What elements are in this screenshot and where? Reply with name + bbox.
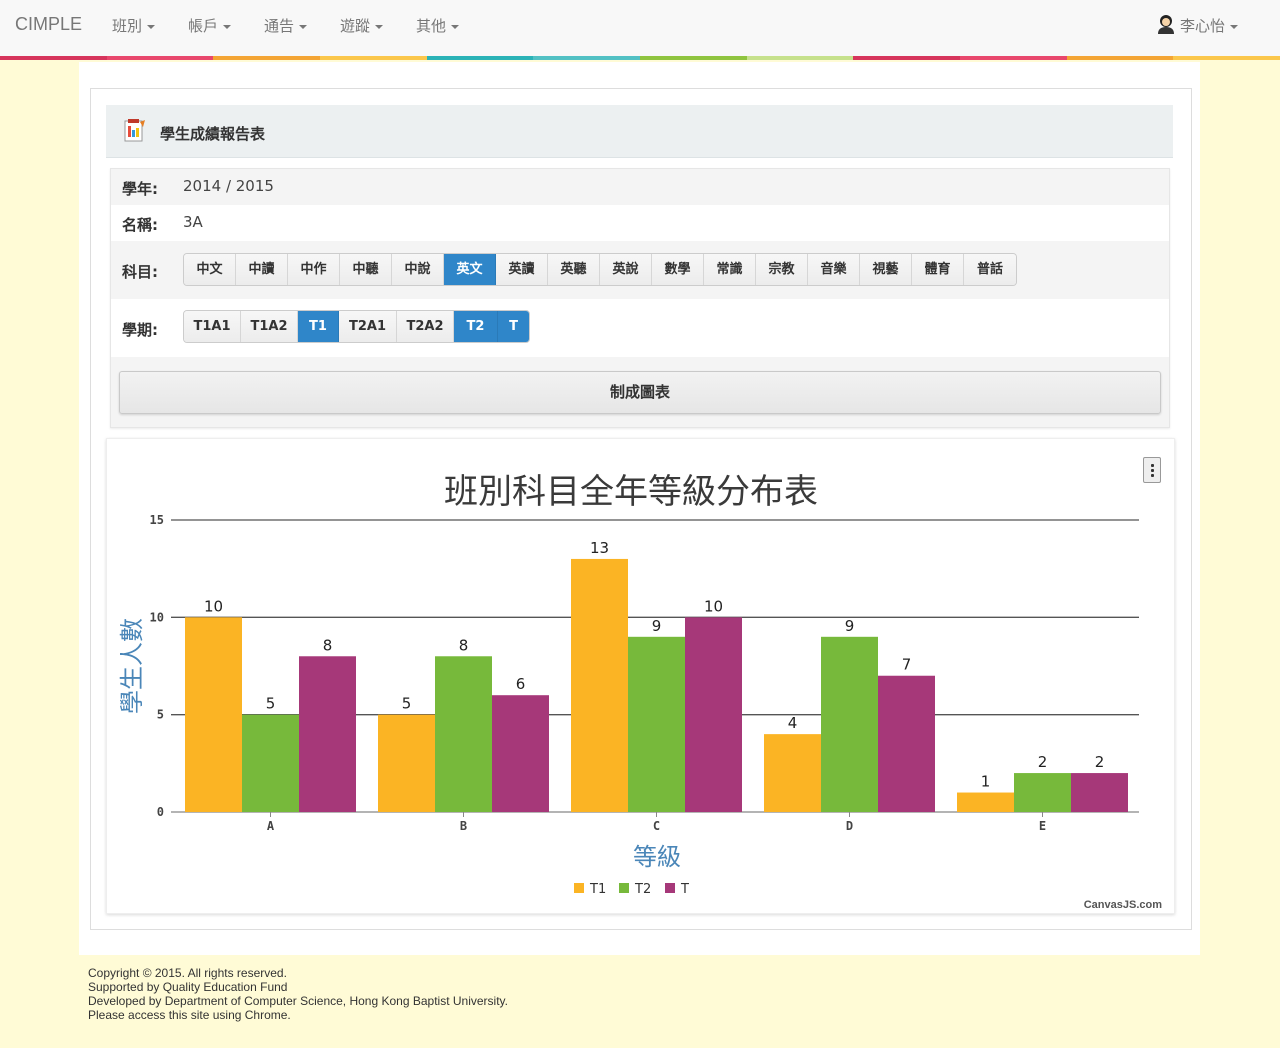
- bar-t1: [571, 558, 628, 812]
- bar-t: [685, 617, 742, 812]
- data-label: 9: [845, 617, 855, 635]
- bar-t2: [435, 656, 492, 812]
- bar-t1: [957, 792, 1014, 812]
- data-label: 2: [1095, 753, 1105, 771]
- legend-swatch-t: [665, 883, 675, 893]
- x-tick-label: E: [1039, 819, 1046, 833]
- data-label: 10: [204, 597, 223, 615]
- data-label: 8: [459, 636, 469, 654]
- bar-t2: [1014, 773, 1071, 812]
- data-label: 8: [323, 636, 333, 654]
- data-label: 4: [788, 714, 798, 732]
- bar-t2: [628, 636, 685, 812]
- footer-copyright: Copyright © 2015. All rights reserved.: [88, 966, 287, 980]
- data-label: 1: [981, 773, 991, 791]
- bar-t: [299, 656, 356, 812]
- x-tick-label: D: [846, 819, 853, 833]
- data-label: 6: [516, 675, 526, 693]
- footer-support: Supported by Quality Education Fund: [88, 980, 288, 994]
- y-axis-title: 學生人數: [118, 618, 146, 714]
- bar-t: [878, 675, 935, 812]
- bar-t1: [185, 617, 242, 812]
- bar-t: [1071, 773, 1128, 812]
- x-tick-label: C: [653, 819, 660, 833]
- data-label: 10: [704, 597, 723, 615]
- data-label: 5: [266, 695, 276, 713]
- footer: Copyright © 2015. All rights reserved. S…: [88, 966, 508, 1022]
- bar-chart: 班別科目全年等級分布表 0 5 10 15 10 5 8 A 5 8 6 B 13 9 10 C 4 9 7 D 1 2 2 E…: [118, 472, 1162, 911]
- legend-label: T1: [589, 882, 606, 897]
- x-axis-title: 等級: [633, 843, 681, 871]
- data-label: 5: [402, 695, 412, 713]
- bar-t: [492, 695, 549, 812]
- data-label: 9: [652, 617, 662, 635]
- bar-t2: [821, 636, 878, 812]
- chart-title: 班別科目全年等級分布表: [444, 472, 818, 512]
- legend-swatch-t1: [574, 883, 584, 893]
- y-tick-label: 5: [157, 708, 164, 722]
- y-tick-label: 15: [150, 513, 164, 527]
- bar-t1: [764, 734, 821, 812]
- footer-developer: Developed by Department of Computer Scie…: [88, 994, 508, 1008]
- data-label: 13: [590, 539, 609, 557]
- x-tick-label: B: [460, 819, 467, 833]
- data-label: 2: [1038, 753, 1048, 771]
- y-tick-label: 10: [150, 610, 164, 624]
- bar-t2: [242, 714, 299, 812]
- chart-credit: CanvasJS.com: [1084, 899, 1162, 911]
- x-tick-label: A: [267, 819, 275, 833]
- y-tick-label: 0: [157, 805, 164, 819]
- legend-label: T2: [634, 882, 651, 897]
- footer-browser-note: Please access this site using Chrome.: [88, 1008, 291, 1022]
- legend-swatch-t2: [619, 883, 629, 893]
- bar-t1: [378, 714, 435, 812]
- legend-label: T: [680, 882, 689, 897]
- data-label: 7: [902, 656, 912, 674]
